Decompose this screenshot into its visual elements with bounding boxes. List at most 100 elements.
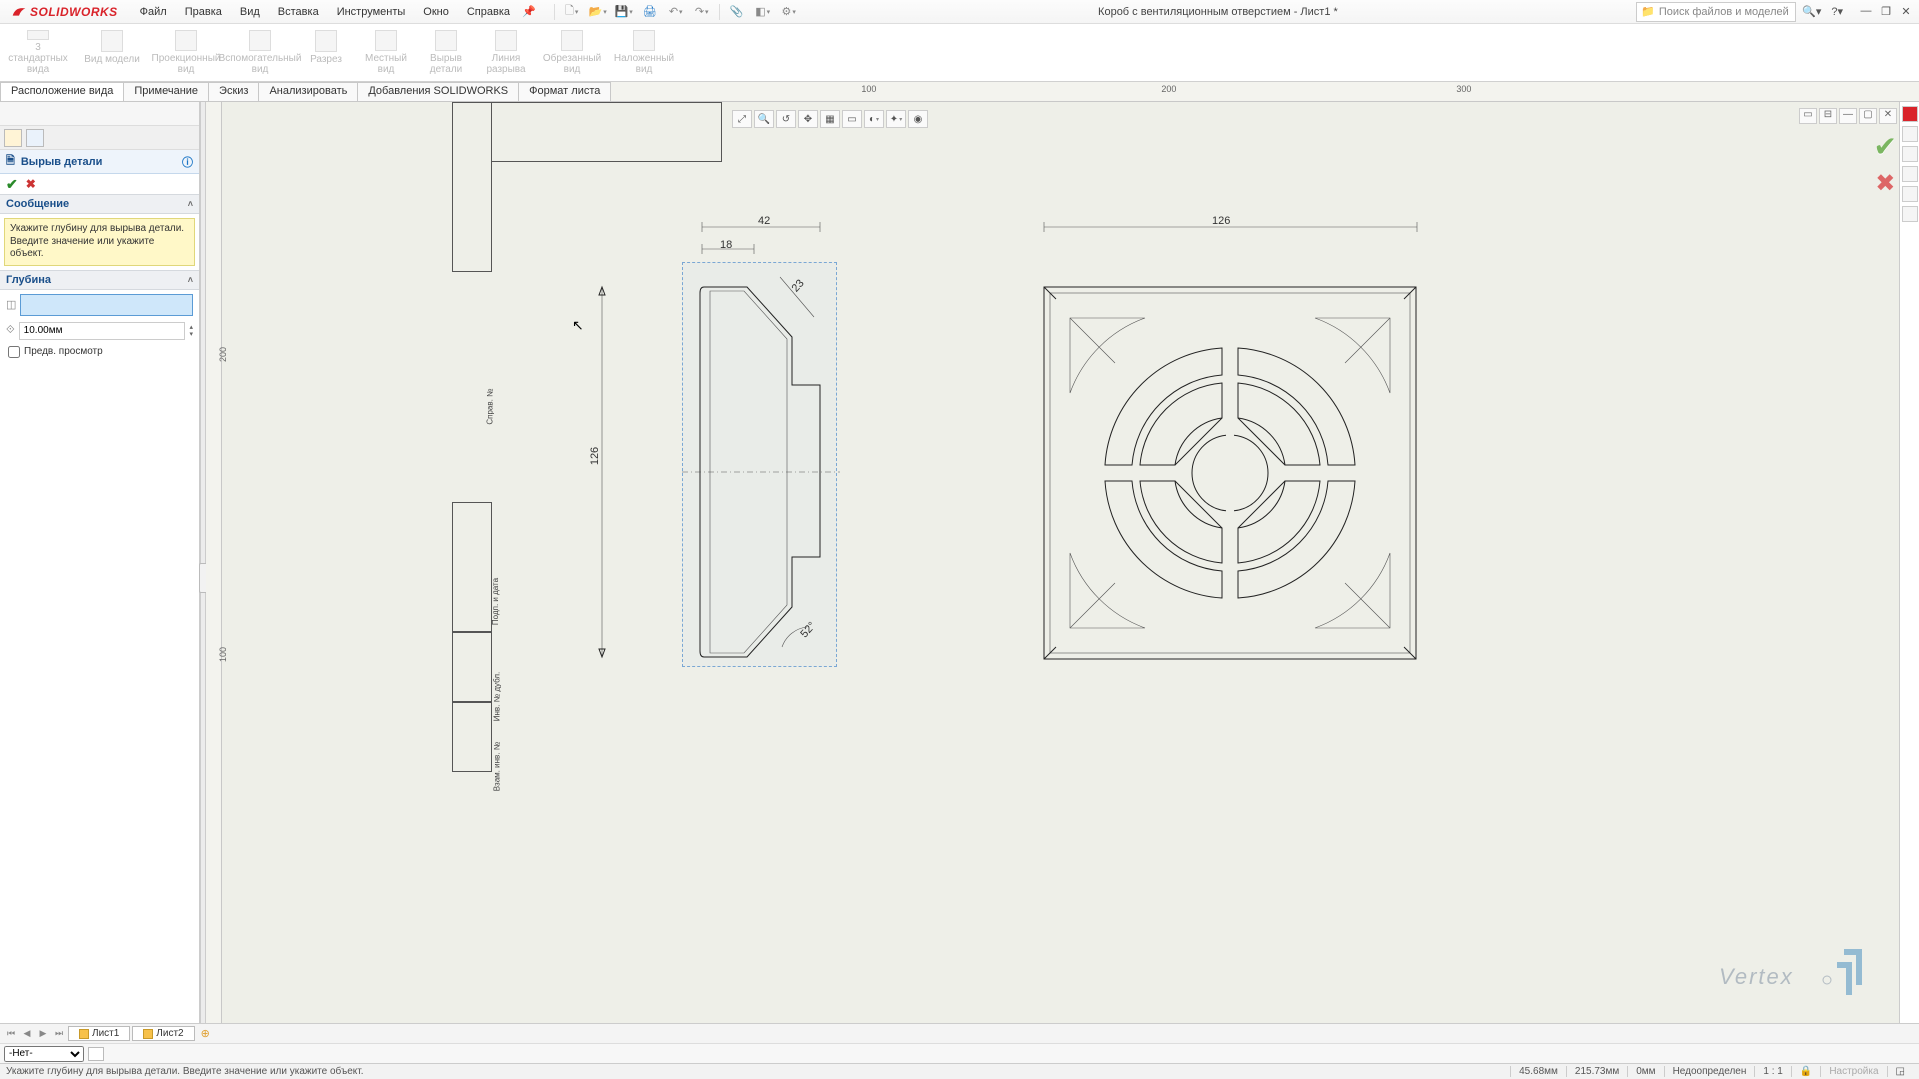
status-expand-icon[interactable]: ◲ <box>1887 1066 1913 1077</box>
cmd-projected-view: Проекционный вид <box>154 28 218 77</box>
panel-help-icon[interactable]: ⓘ <box>182 154 193 170</box>
qat-undo[interactable]: ↶ <box>665 2 687 22</box>
sheet-nav-last[interactable]: ⏭ <box>52 1028 66 1039</box>
cmd-detail-view: Местный вид <box>360 28 412 77</box>
ruler-vertical: 200 100 <box>206 102 222 1023</box>
viewport-max[interactable]: ▢ <box>1859 108 1877 124</box>
sheet-nav-first[interactable]: ⏮ <box>4 1028 18 1039</box>
message-box: Укажите глубину для вырыва детали. Введи… <box>4 218 195 266</box>
qat-options[interactable]: ⚙ <box>778 2 800 22</box>
sheet-tab-1[interactable]: Лист1 <box>68 1026 130 1041</box>
qat-new[interactable]: 🗋 <box>561 2 583 22</box>
menu-window[interactable]: Окно <box>415 3 457 21</box>
svg-text:Vertex: Vertex <box>1719 964 1794 989</box>
viewport-single[interactable]: ▭ <box>1799 108 1817 124</box>
cmd-model-view: Вид модели <box>80 28 144 77</box>
ribbon-toolbar: 3 стандартных вида Вид модели Проекционн… <box>0 24 1919 82</box>
task-custom-props[interactable] <box>1902 206 1918 222</box>
folder-icon: 📁 <box>1641 5 1655 18</box>
task-view-palette[interactable] <box>1902 166 1918 182</box>
status-bar: Укажите глубину для вырыва детали. Введи… <box>0 1063 1919 1079</box>
hide-show-icon[interactable]: ◐ <box>864 110 884 128</box>
menu-tools[interactable]: Инструменты <box>329 3 414 21</box>
search-placeholder: Поиск файлов и моделей <box>1659 6 1789 18</box>
task-file-explorer[interactable] <box>1902 146 1918 162</box>
status-scale[interactable]: 1 : 1 <box>1754 1066 1790 1077</box>
ruler-horizontal: 100 200 300 <box>610 82 1919 101</box>
menu-file[interactable]: Файл <box>132 3 175 21</box>
3d-drawing-icon[interactable]: ▦ <box>820 110 840 128</box>
help-icon[interactable]: ?▾ <box>1827 5 1847 18</box>
feature-title: Вырыв детали <box>21 156 102 168</box>
qat-redo[interactable]: ↷ <box>691 2 713 22</box>
preview-checkbox[interactable] <box>8 346 20 358</box>
dim-126-side: 126 <box>589 447 601 465</box>
menu-view[interactable]: Вид <box>232 3 268 21</box>
menu-edit[interactable]: Правка <box>177 3 230 21</box>
cancel-feature-icon[interactable]: ✖ <box>1875 169 1895 198</box>
cancel-button[interactable]: ✖ <box>26 177 36 191</box>
tab-sketch[interactable]: Эскиз <box>208 82 259 101</box>
qat-rebuild[interactable]: ◧ <box>752 2 774 22</box>
qat-print[interactable]: 🖨 <box>639 2 661 22</box>
zoom-prev-icon[interactable]: ↺ <box>776 110 796 128</box>
app-name: SOLIDWORKS <box>30 5 118 19</box>
display-style-icon[interactable]: ▭ <box>842 110 862 128</box>
section-message-title: Сообщение <box>6 198 69 210</box>
qat-save[interactable]: 💾 <box>613 2 635 22</box>
depth-value-input[interactable] <box>19 322 186 340</box>
pan-icon[interactable]: ✥ <box>798 110 818 128</box>
status-hint: Укажите глубину для вырыва детали. Введи… <box>6 1066 364 1077</box>
depth-spinner[interactable]: ▴▾ <box>189 324 193 338</box>
tab-evaluate[interactable]: Анализировать <box>258 82 358 101</box>
cmd-crop-view: Обрезанный вид <box>542 28 602 77</box>
layer-select[interactable]: -Нет- <box>4 1046 84 1062</box>
qat-select[interactable]: 📎 <box>726 2 748 22</box>
window-restore[interactable]: ❐ <box>1877 5 1895 18</box>
panel-view-icon1[interactable] <box>4 129 22 147</box>
viewport-2h[interactable]: ⊟ <box>1819 108 1837 124</box>
drawing-canvas[interactable]: ⤢ 🔍 ↺ ✥ ▦ ▭ ◐ ✦ ◉ ▭ ⊟ — ▢ ✕ ✔ ✖ <box>222 102 1919 1023</box>
status-customize[interactable]: Настройка <box>1820 1066 1886 1077</box>
zoom-area-icon[interactable]: 🔍 <box>754 110 774 128</box>
window-close[interactable]: ✕ <box>1897 5 1915 18</box>
zoom-fit-icon[interactable]: ⤢ <box>732 110 752 128</box>
status-coord-z: 0мм <box>1627 1066 1663 1077</box>
sheet-tab-2[interactable]: Лист2 <box>132 1026 194 1041</box>
sheet-nav-prev[interactable]: ◀ <box>20 1028 34 1039</box>
preview-checkbox-row[interactable]: Предв. просмотр <box>0 342 199 362</box>
status-coord-y: 215.73мм <box>1566 1066 1627 1077</box>
viewport-close[interactable]: ✕ <box>1879 108 1897 124</box>
layer-bar: -Нет- <box>0 1043 1919 1063</box>
status-state: Недоопределен <box>1664 1066 1755 1077</box>
status-lock-icon[interactable]: 🔒 <box>1791 1066 1820 1077</box>
panel-view-icon2[interactable] <box>26 129 44 147</box>
tab-view-layout[interactable]: Расположение вида <box>0 82 124 101</box>
viewport-min[interactable]: — <box>1839 108 1857 124</box>
sheet-nav-next[interactable]: ▶ <box>36 1028 50 1039</box>
watermark: Vertex <box>1719 940 1879 1003</box>
tab-addins[interactable]: Добавления SOLIDWORKS <box>357 82 519 101</box>
depth-selection-field[interactable] <box>20 294 193 316</box>
menu-help[interactable]: Справка <box>459 3 518 21</box>
menu-insert[interactable]: Вставка <box>270 3 327 21</box>
task-design-lib[interactable] <box>1902 126 1918 142</box>
display-icon[interactable]: ✦ <box>886 110 906 128</box>
confirm-feature-icon[interactable]: ✔ <box>1874 130 1897 163</box>
cmd-broken-out: Вырыв детали <box>422 28 470 77</box>
dim-42: 42 <box>758 215 770 227</box>
window-minimize[interactable]: — <box>1857 5 1875 18</box>
tab-sheet-format[interactable]: Формат листа <box>518 82 611 101</box>
add-sheet-icon[interactable]: ⊕ <box>197 1027 214 1040</box>
task-sw-resources[interactable] <box>1902 106 1918 122</box>
depth-ref-icon: ◫ <box>6 298 16 311</box>
pin-icon[interactable]: 📌 <box>522 5 536 18</box>
qat-open[interactable]: 📂 <box>587 2 609 22</box>
task-appearances[interactable] <box>1902 186 1918 202</box>
accept-button[interactable]: ✔ <box>6 176 18 193</box>
search-input[interactable]: 📁 Поиск файлов и моделей <box>1636 2 1796 22</box>
tab-annotation[interactable]: Примечание <box>123 82 209 101</box>
scene-icon[interactable]: ◉ <box>908 110 928 128</box>
layer-color-swatch[interactable] <box>88 1047 104 1061</box>
search-icon[interactable]: 🔍▾ <box>1798 5 1825 18</box>
